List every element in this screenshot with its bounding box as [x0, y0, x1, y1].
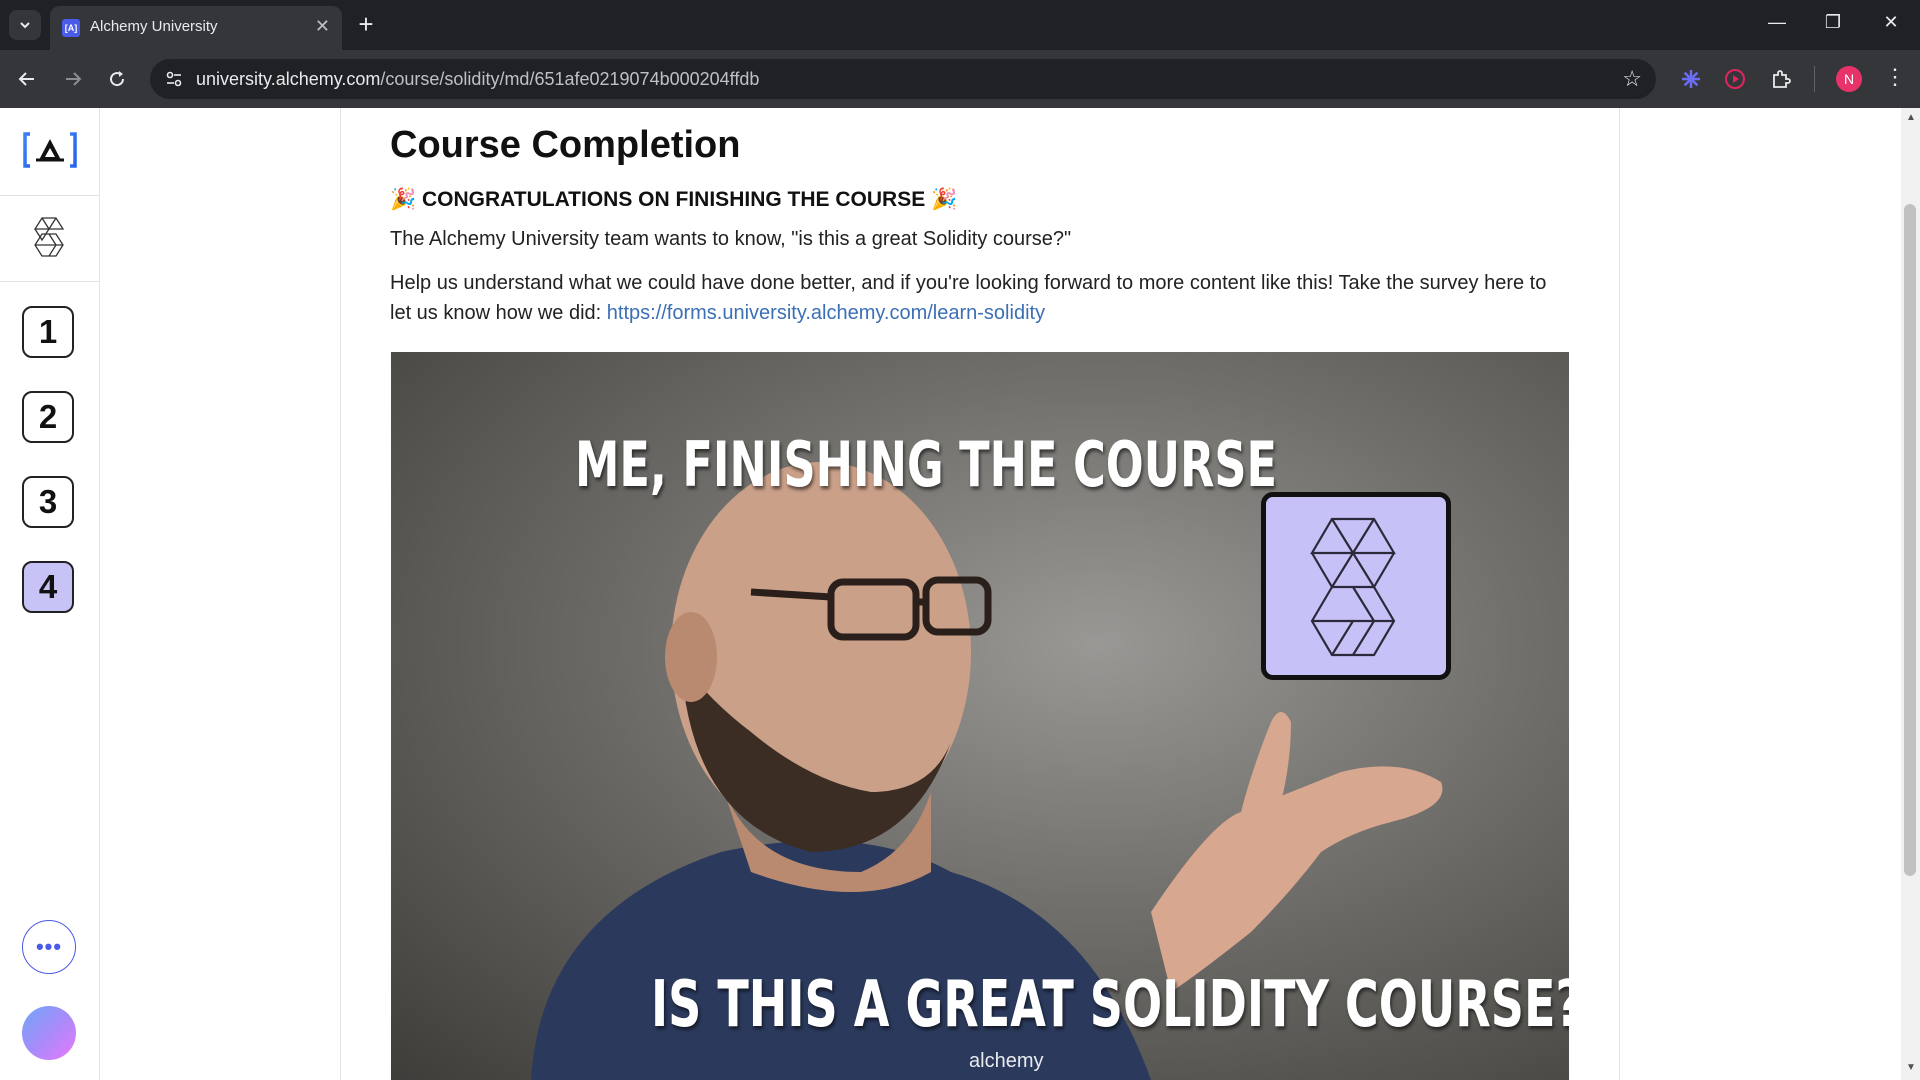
profile-avatar[interactable]: N [1836, 66, 1862, 92]
survey-paragraph: Help us understand what we could have do… [390, 268, 1570, 328]
solidity-logo-card [1261, 492, 1451, 680]
alchemy-logo-icon[interactable] [22, 130, 78, 170]
record-play-icon [1725, 69, 1745, 89]
image-caption-top: ME, FINISHING THE COURSE [575, 428, 1277, 501]
reload-icon [110, 71, 125, 87]
page-scrollbar-thumb[interactable] [1904, 204, 1916, 876]
solidity-logo-icon [1310, 517, 1396, 657]
url-path: /course/solidity/md/651afe0219074b000204… [380, 69, 760, 89]
scroll-up-arrow-icon[interactable]: ▲ [1903, 112, 1919, 123]
reload-button[interactable] [102, 64, 132, 94]
bookmark-star-icon[interactable]: ☆ [1622, 66, 1642, 92]
forward-button[interactable] [58, 64, 88, 94]
favicon-icon: [A] [62, 19, 80, 37]
tab-close-icon[interactable]: ✕ [315, 16, 330, 37]
sidebar-divider-2 [0, 281, 99, 282]
window-close-icon[interactable]: ✕ [1876, 12, 1906, 33]
sidebar-step-3[interactable]: 3 [22, 476, 74, 528]
more-options-button[interactable]: ••• [22, 920, 76, 974]
extensions-puzzle-icon[interactable] [1768, 66, 1794, 92]
page-title: Course Completion [390, 124, 741, 166]
survey-question-text: The Alchemy University team wants to kno… [390, 228, 1072, 250]
address-bar[interactable]: university.alchemy.com/course/solidity/m… [150, 59, 1656, 99]
tab-title: Alchemy University [90, 18, 218, 35]
browser-tab-strip: [A] Alchemy University ✕ + — ❐ ✕ [0, 0, 1920, 50]
minimize-icon[interactable]: — [1762, 12, 1792, 33]
browser-toolbar: university.alchemy.com/course/solidity/m… [0, 50, 1920, 108]
restore-icon[interactable]: ❐ [1818, 12, 1848, 33]
sidebar-divider [0, 195, 99, 196]
course-completion-image: alchemy ME, FINISHING THE COURSE IS THIS… [391, 352, 1569, 1080]
chevron-down-icon [20, 22, 30, 29]
back-button[interactable] [12, 64, 42, 94]
congratulations-heading: 🎉 CONGRATULATIONS ON FINISHING THE COURS… [390, 188, 958, 211]
back-arrow-icon [18, 72, 34, 86]
url-host: university.alchemy.com [196, 69, 381, 89]
course-sidebar: 1 2 3 4 ••• [0, 108, 100, 1080]
burst-icon [1682, 70, 1700, 88]
scroll-down-arrow-icon[interactable]: ▼ [1903, 1062, 1919, 1073]
image-caption-bottom: IS THIS A GREAT SOLIDITY COURSE? [651, 968, 1569, 1042]
solidity-icon[interactable] [34, 216, 64, 258]
forward-arrow-icon [66, 72, 82, 86]
url-text: university.alchemy.com/course/solidity/m… [196, 69, 759, 90]
survey-link[interactable]: https://forms.university.alchemy.com/lea… [607, 302, 1045, 324]
tab-search-button[interactable] [9, 10, 41, 40]
content-right-border [1619, 108, 1620, 1080]
kebab-menu-icon[interactable]: ⋮ [1884, 64, 1906, 90]
site-settings-icon[interactable] [164, 69, 184, 89]
browser-tab-active[interactable]: [A] Alchemy University ✕ [50, 6, 342, 50]
new-tab-button[interactable]: + [352, 9, 380, 39]
toolbar-divider [1814, 66, 1815, 92]
sidebar-step-4[interactable]: 4 [22, 561, 74, 613]
user-avatar[interactable] [22, 1006, 76, 1060]
sidebar-step-1[interactable]: 1 [22, 306, 74, 358]
shirt-logo-text: alchemy [969, 1050, 1043, 1072]
content-left-border [340, 108, 341, 1080]
puzzle-icon [1773, 70, 1791, 88]
extension-blue-icon[interactable] [1678, 66, 1704, 92]
sidebar-step-2[interactable]: 2 [22, 391, 74, 443]
extension-record-icon[interactable] [1722, 66, 1748, 92]
